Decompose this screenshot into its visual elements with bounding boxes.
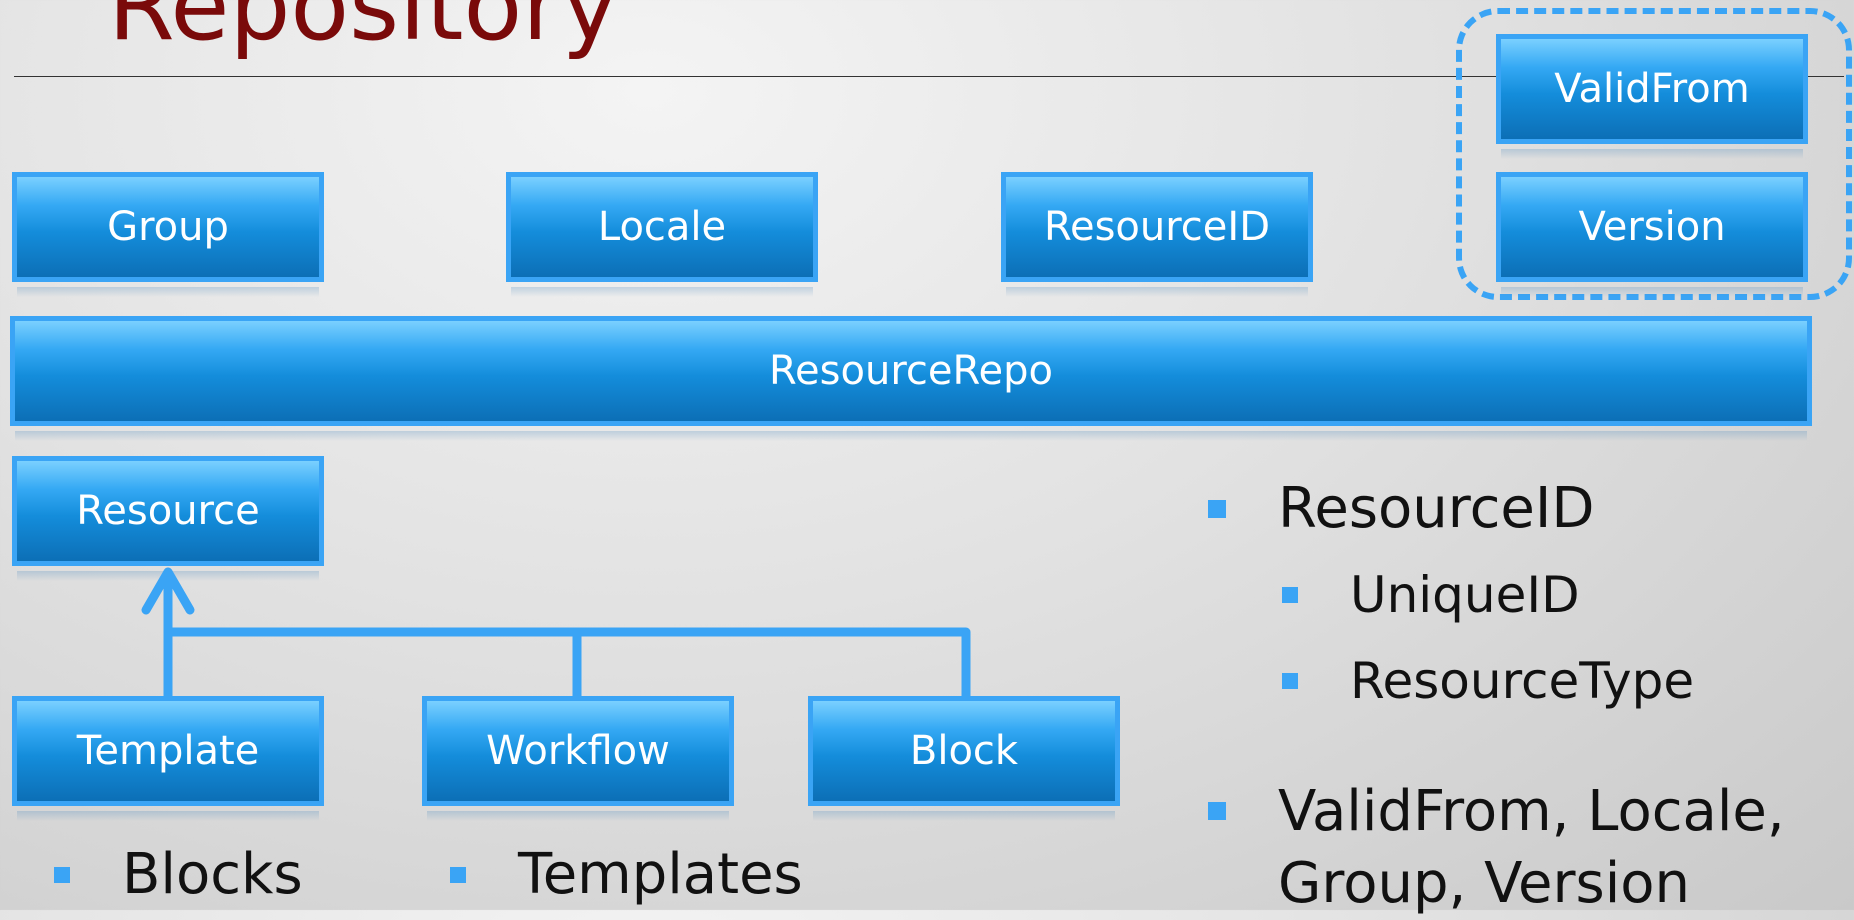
bullet-text: ResourceType [1350, 652, 1695, 710]
connector-trunk [163, 583, 971, 705]
bullet-square-icon [1282, 673, 1298, 689]
bullet-resourcetype: ResourceType [1282, 652, 1694, 710]
bullet-text: Blocks [122, 842, 303, 907]
bullet-square-icon [450, 866, 466, 883]
bullet-resourceid: ResourceID [1208, 476, 1594, 541]
bullet-templates: Templates [450, 842, 803, 907]
bullet-square-icon [1208, 499, 1226, 518]
bullet-text: ResourceID [1278, 476, 1595, 541]
bullet-validfrom-locale-group-version: ValidFrom, Locale, Group, Version [1278, 779, 1785, 916]
bullet-square-icon [1282, 587, 1298, 603]
block-box: Block [808, 696, 1120, 821]
bullet-square-icon [54, 866, 70, 883]
bullet-blocks: Blocks [54, 842, 303, 907]
bullet-text: UniqueID [1350, 566, 1580, 624]
bullet-text: Templates [518, 842, 803, 907]
template-box: Template [12, 696, 324, 821]
workflow-box: Workflow [422, 696, 734, 821]
arrowhead-icon [141, 567, 195, 615]
bullet-uniqueid: UniqueID [1282, 566, 1580, 624]
bullet-square-icon [1208, 802, 1226, 820]
